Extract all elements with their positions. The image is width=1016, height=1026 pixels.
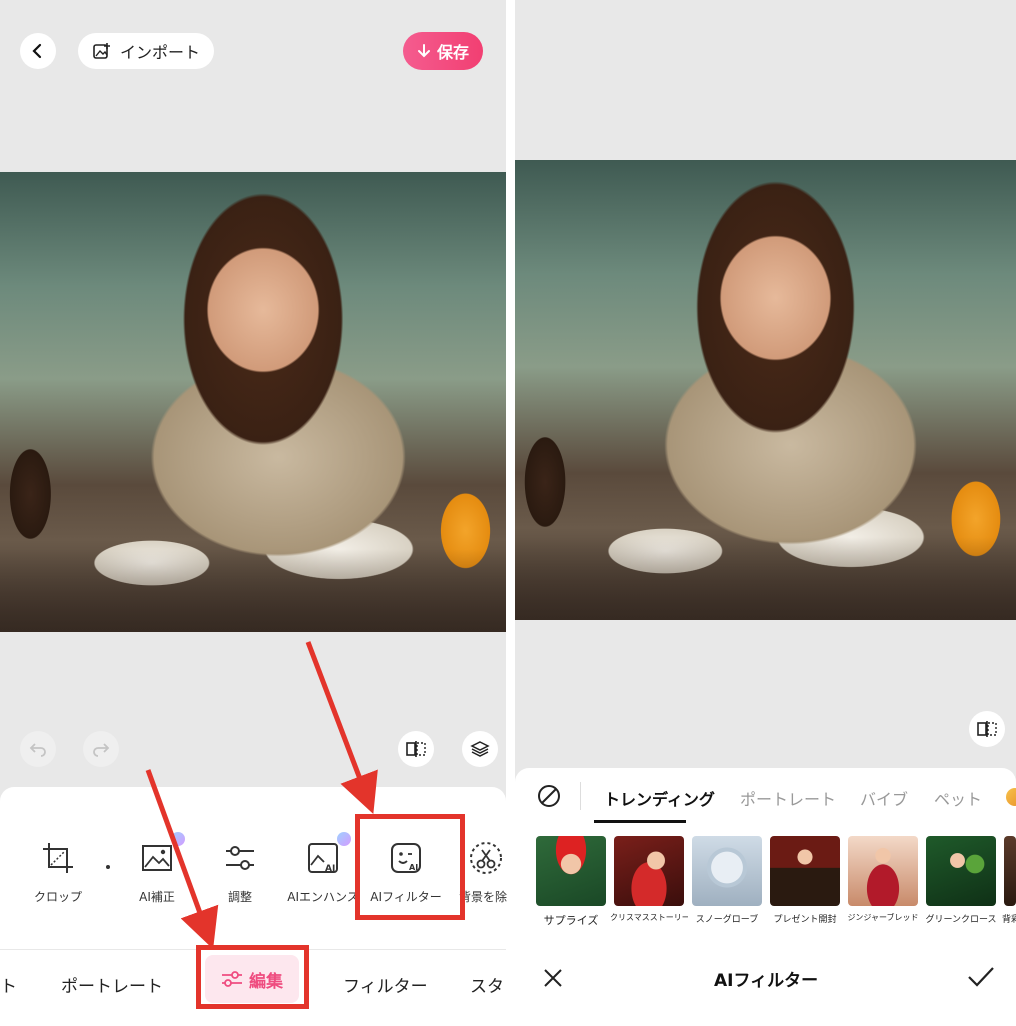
layers-button[interactable]: [462, 731, 498, 767]
filter-thumb-christmas-story[interactable]: [614, 836, 684, 906]
redo-button[interactable]: [83, 731, 119, 767]
layers-icon: [470, 741, 490, 757]
ai-image-icon: [142, 845, 172, 871]
ai-enhance-icon: AI: [308, 843, 338, 874]
highlight-ai-filter: [355, 814, 465, 920]
compare-icon: [977, 721, 997, 737]
compare-button[interactable]: [969, 711, 1005, 747]
filter-thumb-snow-globe[interactable]: [692, 836, 762, 906]
filter-thumb-present-open[interactable]: [770, 836, 840, 906]
highlight-edit-tab: [196, 945, 309, 1009]
tool-adjust[interactable]: 調整: [195, 840, 285, 905]
crop-icon: [43, 843, 73, 873]
tool-ai-correct[interactable]: AI補正: [112, 832, 202, 905]
save-label: 保存: [437, 43, 470, 62]
premium-gem-icon: [337, 832, 351, 846]
import-label: インポート: [120, 43, 201, 62]
sliders-icon: [226, 846, 254, 870]
filter-label-surprise: サプライズ: [543, 914, 599, 927]
preview-photo: [515, 160, 1016, 620]
tool-ai-enhance-label: AIエンハンス: [287, 890, 359, 904]
tab-trending[interactable]: トレンディング: [604, 786, 715, 810]
svg-text:AI: AI: [325, 864, 335, 874]
scissors-icon: [470, 842, 502, 874]
filter-label-partial: 背彩: [1002, 915, 1016, 925]
tool-crop-label: クロップ: [33, 890, 82, 904]
download-arrow-icon: [418, 44, 430, 58]
dot-separator: [106, 865, 110, 869]
filter-label-snow-globe: スノーグローブ: [695, 915, 759, 925]
tool-ai-correct-label: AI補正: [139, 890, 175, 904]
filter-label-gingerbread: ジンジャーブレッド: [847, 913, 919, 922]
filter-thumb-partial[interactable]: [1004, 836, 1016, 906]
tool-adjust-label: 調整: [227, 890, 252, 904]
main-photo: [0, 172, 506, 632]
redo-icon: [93, 743, 110, 757]
filter-label-green-claus: グリーンクロース: [925, 915, 997, 925]
filter-thumb-gingerbread[interactable]: [848, 836, 918, 906]
save-button[interactable]: 保存: [403, 32, 484, 70]
check-icon[interactable]: [966, 964, 996, 990]
import-button[interactable]: インポート: [78, 33, 215, 69]
chevron-left-icon: [32, 43, 42, 59]
tab-vibe[interactable]: バイブ: [860, 786, 908, 810]
filter-label-present-open: プレゼント開封: [773, 915, 837, 925]
compare-button[interactable]: [398, 731, 434, 767]
undo-button[interactable]: [20, 731, 56, 767]
tab-portrait[interactable]: ポートレート: [740, 786, 836, 810]
premium-gem-icon: [171, 832, 185, 846]
no-filter-icon[interactable]: [537, 784, 561, 808]
back-button[interactable]: [20, 33, 56, 69]
nav-item-filter[interactable]: フィルター: [343, 972, 428, 997]
footer-title: AIフィルター: [714, 971, 819, 991]
tab-active-indicator: [594, 820, 686, 823]
image-add-icon: [93, 43, 110, 59]
tab-pet[interactable]: ペット: [934, 786, 982, 810]
compare-icon: [406, 741, 426, 757]
filter-thumb-surprise[interactable]: [536, 836, 606, 906]
tool-crop[interactable]: クロップ: [13, 840, 103, 905]
nav-item-partial-right[interactable]: スタ: [470, 972, 504, 997]
filter-thumb-green-claus[interactable]: [926, 836, 996, 906]
undo-icon: [29, 743, 46, 757]
tool-remove-bg-label: 背景を除: [459, 890, 508, 904]
nav-item-partial-left[interactable]: ト: [0, 972, 17, 997]
nav-item-portrait[interactable]: ポートレート: [61, 972, 163, 997]
filter-label-christmas-story: クリスマスストーリー: [610, 913, 688, 922]
close-icon[interactable]: [541, 966, 565, 990]
tab-divider: [580, 782, 581, 810]
